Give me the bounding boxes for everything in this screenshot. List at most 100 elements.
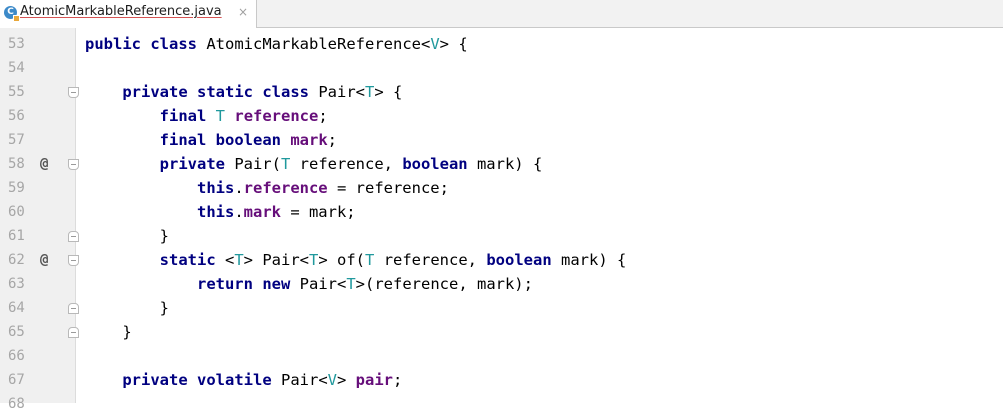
code-token: > {: [374, 83, 403, 101]
code-line[interactable]: 68: [0, 392, 1003, 416]
code-line[interactable]: 61 }: [0, 224, 1003, 248]
close-icon[interactable]: ×: [236, 4, 250, 20]
code-token: this: [196, 203, 235, 221]
line-number: 63: [8, 276, 25, 292]
code-token: .: [234, 203, 244, 221]
code-token: volatile: [197, 371, 272, 389]
code-text: return new Pair<T>(reference, mark);: [85, 272, 533, 296]
code-token: reference,: [374, 251, 487, 269]
code-token: new: [262, 275, 291, 293]
code-line[interactable]: 62 @ static <T> Pair<T> of(T reference, b…: [0, 248, 1003, 272]
fold-end-icon[interactable]: [68, 303, 79, 314]
code-token: private: [122, 83, 188, 101]
line-number: 57: [8, 132, 25, 148]
code-token: Pair(: [224, 155, 281, 173]
code-text: }: [85, 296, 169, 320]
code-token: mark) {: [551, 251, 627, 269]
fold-start-icon[interactable]: [68, 87, 79, 98]
line-number: 56: [8, 108, 25, 124]
fold-start-icon[interactable]: [68, 255, 79, 266]
code-token: static: [159, 251, 216, 269]
code-token: boolean: [486, 251, 552, 269]
tab-atomic-markable-reference[interactable]: C AtomicMarkableReference.java ×: [0, 0, 257, 28]
line-number: 61: [8, 228, 25, 244]
code-token: ;: [327, 131, 338, 149]
code-line[interactable]: 63 return new Pair<T>(reference, mark);: [0, 272, 1003, 296]
code-token: T: [346, 275, 356, 293]
code-token: mark: [243, 203, 281, 221]
code-text: this.mark = mark;: [85, 200, 356, 224]
code-token: Pair<: [271, 371, 328, 389]
override-annotation-icon[interactable]: @: [40, 152, 48, 176]
code-token: reference: [243, 179, 328, 197]
code-line[interactable]: 58 @ private Pair(T reference, boolean ma…: [0, 152, 1003, 176]
class-badge-icon: [13, 15, 20, 22]
fold-end-icon[interactable]: [68, 231, 79, 242]
code-token: = mark;: [280, 203, 356, 221]
code-line[interactable]: 59 this.reference = reference;: [0, 176, 1003, 200]
code-token: V: [430, 35, 440, 53]
fold-end-icon[interactable]: [68, 327, 79, 338]
code-line[interactable]: 53 public class AtomicMarkableReference<V…: [0, 32, 1003, 56]
code-text: }: [85, 224, 169, 248]
code-token: }: [85, 323, 132, 341]
code-token: Pair<: [290, 275, 347, 293]
line-number: 54: [8, 60, 25, 76]
code-line[interactable]: 57 final boolean mark;: [0, 128, 1003, 152]
code-line[interactable]: 54: [0, 56, 1003, 80]
line-number: 60: [8, 204, 25, 220]
code-token: V: [327, 371, 337, 389]
code-token: <: [215, 251, 235, 269]
code-token: mark) {: [467, 155, 543, 173]
code-line[interactable]: 67 private volatile Pair<V> pair;: [0, 368, 1003, 392]
code-token: > of(: [318, 251, 366, 269]
code-token: return: [196, 275, 253, 293]
code-line[interactable]: 56 final T reference;: [0, 104, 1003, 128]
code-token: ;: [393, 371, 403, 389]
code-text: public class AtomicMarkableReference<V> …: [85, 32, 468, 56]
line-number: 67: [8, 372, 25, 388]
code-token: private: [122, 371, 188, 389]
code-line[interactable]: 60 this.mark = mark;: [0, 200, 1003, 224]
code-token: T: [215, 107, 226, 125]
code-token: = reference;: [327, 179, 449, 197]
line-number: 62: [8, 252, 25, 268]
tab-title[interactable]: AtomicMarkableReference.java: [20, 4, 222, 19]
code-line[interactable]: 65 }: [0, 320, 1003, 344]
code-text: private volatile Pair<V> pair;: [85, 368, 402, 392]
code-text: private static class Pair<T> {: [85, 80, 402, 104]
code-token: T: [365, 83, 375, 101]
code-line[interactable]: 55 private static class Pair<T> {: [0, 80, 1003, 104]
code-line[interactable]: 66: [0, 344, 1003, 368]
code-token: }: [85, 299, 169, 317]
fold-start-icon[interactable]: [68, 159, 79, 170]
override-annotation-icon[interactable]: @: [40, 248, 48, 272]
code-token: pair: [355, 371, 393, 389]
code-text: final boolean mark;: [85, 128, 337, 152]
code-text: final T reference;: [85, 104, 328, 128]
line-number: 59: [8, 180, 25, 196]
code-text: static <T> Pair<T> of(T reference, boole…: [85, 248, 627, 272]
code-token: }: [85, 227, 169, 245]
code-token: boolean: [215, 131, 281, 149]
code-token: > {: [439, 35, 468, 53]
code-line[interactable]: 64 }: [0, 296, 1003, 320]
code-token: T: [309, 251, 319, 269]
code-token: >: [337, 371, 356, 389]
code-token: > Pair<: [243, 251, 309, 269]
code-token: final: [159, 131, 207, 149]
line-number: 68: [8, 396, 25, 412]
